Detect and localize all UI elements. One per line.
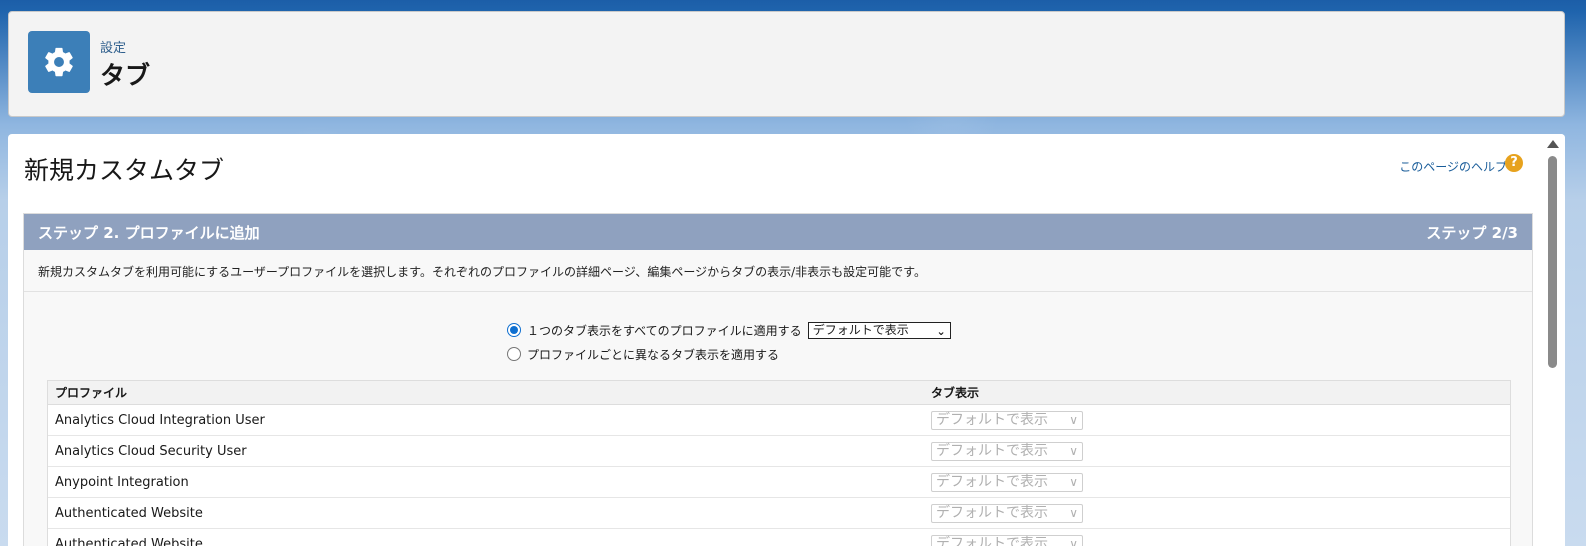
scroll-thumb[interactable] [1548, 156, 1557, 368]
step-counter: ステップ 2/3 [1426, 223, 1518, 242]
visibility-select: デフォルトで表示 ∨ [931, 503, 1083, 523]
chevron-down-icon: ∨ [1069, 536, 1078, 546]
profile-name: Analytics Cloud Security User [55, 443, 247, 459]
step-description: 新規カスタムタブを利用可能にするユーザープロファイルを選択します。それぞれのプロ… [24, 250, 1532, 292]
profile-name: Authenticated Website [55, 536, 203, 546]
column-header-profile: プロファイル [55, 386, 128, 400]
profile-name: Analytics Cloud Integration User [55, 412, 265, 428]
scroll-up-arrow-icon[interactable] [1547, 140, 1559, 148]
page-title: タブ [100, 61, 151, 90]
column-header-visibility: タブ表示 [931, 386, 980, 400]
apply-all-select[interactable]: デフォルトで表示 ⌄ [807, 321, 951, 339]
table-row: Authenticated Website デフォルトで表示 ∨ [48, 529, 1510, 546]
visibility-value: デフォルトで表示 [936, 473, 1048, 490]
visibility-select: デフォルトで表示 ∨ [931, 410, 1083, 430]
table-row: Analytics Cloud Security User デフォルトで表示 ∨ [48, 436, 1510, 467]
apply-each-radio[interactable] [507, 347, 521, 361]
apply-each-label: プロファイルごとに異なるタブ表示を適用する [527, 347, 780, 362]
gear-icon [45, 47, 73, 77]
profile-name: Authenticated Website [55, 505, 203, 521]
chevron-down-icon: ∨ [1069, 412, 1078, 427]
apply-all-radio[interactable] [507, 323, 521, 337]
table-row: Anypoint Integration デフォルトで表示 ∨ [48, 467, 1510, 498]
table-row: Analytics Cloud Integration User デフォルトで表… [48, 405, 1510, 436]
chevron-down-icon: ⌄ [936, 324, 946, 338]
visibility-value: デフォルトで表示 [936, 411, 1048, 428]
step-header: ステップ 2. プロファイルに追加 ステップ 2/3 [24, 214, 1532, 250]
apply-all-select-value: デフォルトで表示 [812, 322, 909, 337]
visibility-select: デフォルトで表示 ∨ [931, 441, 1083, 461]
table-header: プロファイル タブ表示 [48, 381, 1510, 405]
help-link[interactable]: このページのヘルプ [1399, 158, 1507, 175]
vertical-scrollbar[interactable] [1541, 134, 1565, 546]
profile-name: Anypoint Integration [55, 474, 189, 490]
visibility-value: デフォルトで表示 [936, 442, 1048, 459]
main-panel: 新規カスタムタブ このページのヘルプ ? ステップ 2. プロファイルに追加 ス… [8, 134, 1565, 546]
setup-app-icon [28, 31, 90, 93]
option-apply-each[interactable]: プロファイルごとに異なるタブ表示を適用する [507, 342, 951, 366]
visibility-value: デフォルトで表示 [936, 535, 1048, 546]
page-header: 設定 タブ [8, 11, 1565, 117]
visibility-options: １つのタブ表示をすべてのプロファイルに適用する デフォルトで表示 ⌄ プロファイ… [507, 318, 951, 366]
option-apply-all[interactable]: １つのタブ表示をすべてのプロファイルに適用する デフォルトで表示 ⌄ [507, 318, 951, 342]
visibility-select: デフォルトで表示 ∨ [931, 472, 1083, 492]
visibility-value: デフォルトで表示 [936, 504, 1048, 521]
visibility-select: デフォルトで表示 ∨ [931, 534, 1083, 546]
breadcrumb[interactable]: 設定 [100, 37, 126, 56]
chevron-down-icon: ∨ [1069, 505, 1078, 520]
chevron-down-icon: ∨ [1069, 474, 1078, 489]
profile-table: プロファイル タブ表示 Analytics Cloud Integration … [47, 380, 1511, 546]
chevron-down-icon: ∨ [1069, 443, 1078, 458]
apply-all-label: １つのタブ表示をすべてのプロファイルに適用する [527, 323, 802, 338]
help-icon[interactable]: ? [1505, 154, 1523, 172]
table-row: Authenticated Website デフォルトで表示 ∨ [48, 498, 1510, 529]
step-title: ステップ 2. プロファイルに追加 [38, 223, 260, 242]
step-section: ステップ 2. プロファイルに追加 ステップ 2/3 新規カスタムタブを利用可能… [23, 213, 1533, 546]
content-title: 新規カスタムタブ [24, 156, 225, 185]
